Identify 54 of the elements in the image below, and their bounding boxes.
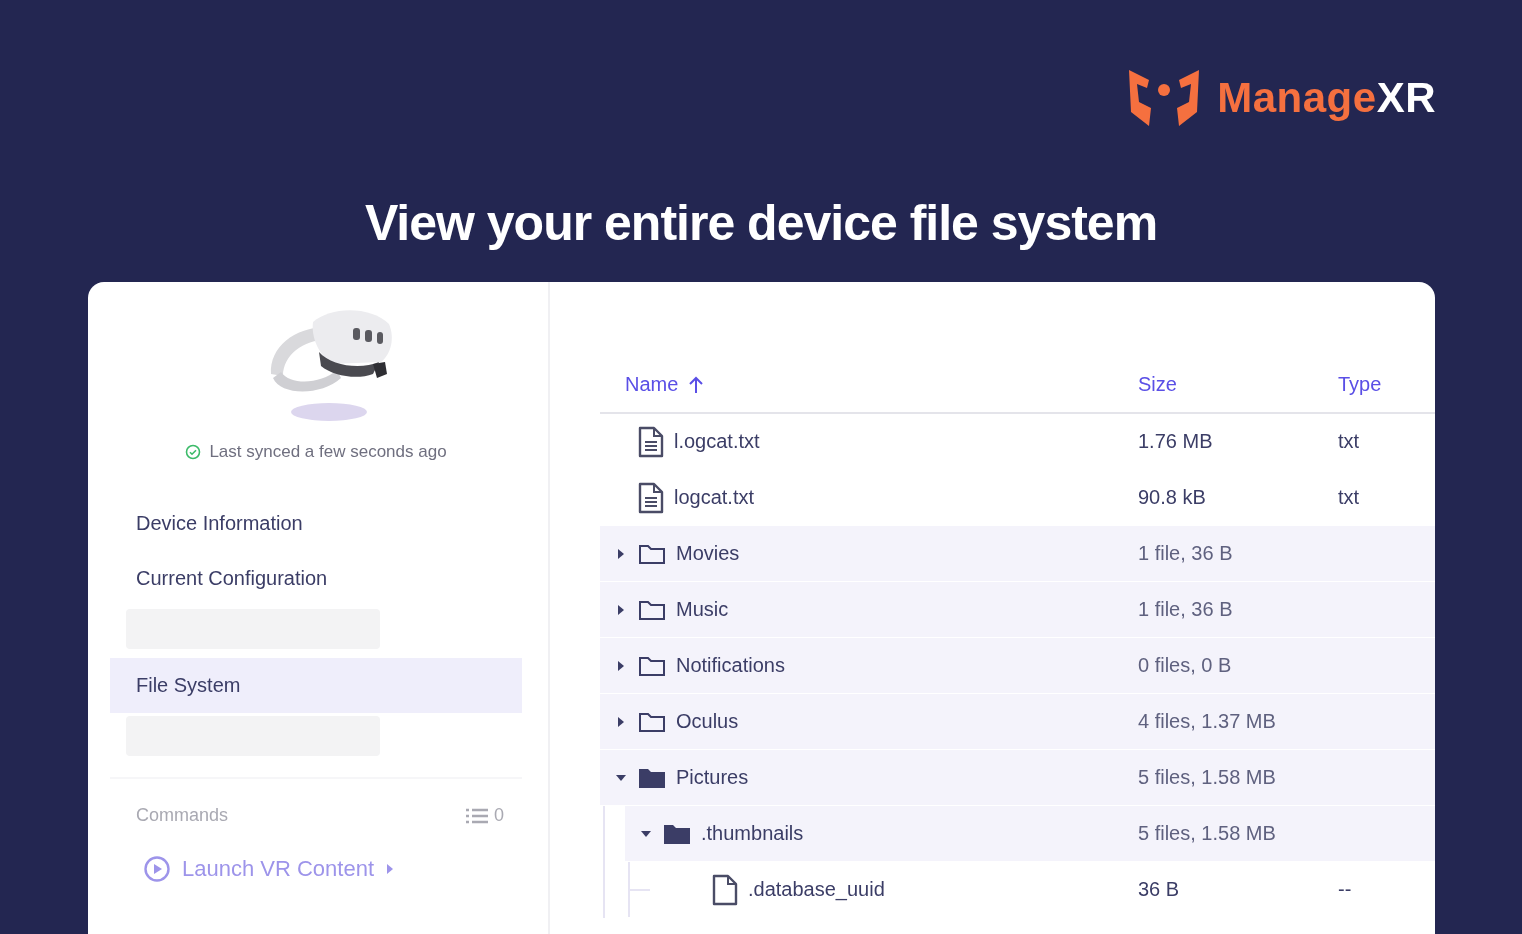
- file-name: l.ogcat.txt: [674, 430, 760, 453]
- sync-status: Last synced a few seconds ago: [209, 442, 447, 462]
- play-icon: [144, 856, 170, 882]
- file-icon: [638, 481, 664, 514]
- folder-icon: [638, 654, 666, 677]
- file-row[interactable]: Oculus 4 files, 1.37 MB: [600, 694, 1435, 749]
- file-icon: [712, 873, 738, 906]
- file-row[interactable]: Movies 1 file, 36 B: [600, 526, 1435, 581]
- nav-item[interactable]: Device Information: [110, 496, 522, 551]
- file-name: Notifications: [676, 654, 785, 677]
- logo-text: Manage: [1217, 74, 1377, 122]
- file-name: Oculus: [676, 710, 739, 733]
- folder-icon: [638, 598, 666, 621]
- nav-item[interactable]: File System: [110, 658, 522, 713]
- file-row[interactable]: Music 1 file, 36 B: [600, 582, 1435, 637]
- caret-icon: [386, 863, 395, 875]
- logo-text: XR: [1376, 74, 1436, 122]
- file-name: logcat.txt: [674, 486, 755, 509]
- file-name: .database_uuid: [748, 878, 885, 901]
- column-header[interactable]: Name: [625, 373, 679, 396]
- folder-icon: [638, 766, 666, 789]
- file-type: txt: [1338, 430, 1360, 452]
- command-count: 0: [494, 805, 504, 826]
- file-name: Pictures: [676, 766, 749, 789]
- folder-icon: [638, 710, 666, 733]
- logo-icon: [1127, 68, 1202, 128]
- file-row[interactable]: Notifications 0 files, 0 B: [600, 638, 1435, 693]
- file-size: 0 files, 0 B: [1138, 654, 1232, 676]
- file-size: 4 files, 1.37 MB: [1138, 710, 1276, 732]
- headline: View your entire device file system: [363, 198, 1159, 248]
- file-size: 5 files, 1.58 MB: [1138, 822, 1276, 844]
- file-size: 1 file, 36 B: [1138, 542, 1233, 564]
- folder-icon: [638, 542, 666, 565]
- file-type: --: [1338, 878, 1352, 900]
- folder-icon: [663, 822, 691, 845]
- file-size: 90.8 kB: [1138, 486, 1206, 508]
- nav-item[interactable]: Current Configuration: [110, 551, 522, 606]
- file-size: 1.76 MB: [1138, 430, 1213, 452]
- list-icon: [466, 807, 488, 824]
- file-row[interactable]: .thumbnails 5 files, 1.58 MB: [625, 806, 1435, 861]
- file-size: 1 file, 36 B: [1138, 598, 1233, 620]
- check-icon: [185, 444, 202, 460]
- column-header[interactable]: Size: [1138, 373, 1177, 396]
- file-icon: [638, 425, 664, 458]
- commands-title: Commands: [136, 805, 229, 826]
- file-type: txt: [1338, 486, 1360, 508]
- file-name: Movies: [676, 542, 740, 565]
- column-header[interactable]: Type: [1338, 373, 1382, 396]
- file-name: Music: [676, 598, 729, 621]
- file-size: 5 files, 1.58 MB: [1138, 766, 1276, 788]
- file-name: .thumbnails: [701, 822, 804, 845]
- file-row[interactable]: Pictures 5 files, 1.58 MB: [600, 750, 1435, 805]
- file-size: 36 B: [1138, 878, 1180, 900]
- arrow-up-icon[interactable]: [688, 375, 705, 394]
